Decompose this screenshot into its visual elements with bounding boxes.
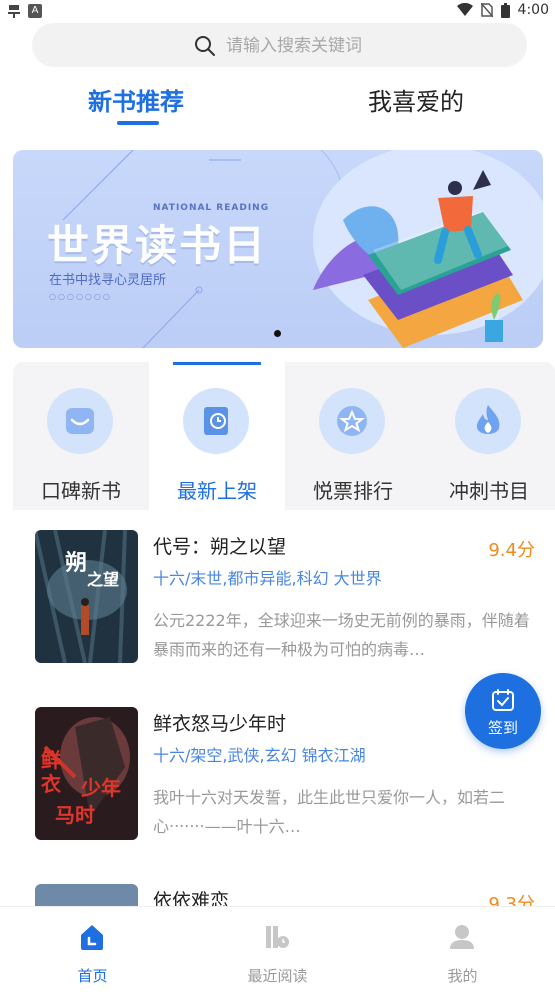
- book-cover: [35, 884, 138, 906]
- flame-icon: [476, 405, 500, 434]
- book-tags: 十六/架空,武侠,玄幻 锦衣江湖: [153, 746, 366, 765]
- battery-icon: [500, 2, 510, 18]
- book-title: 依依难恋: [153, 890, 230, 906]
- nav-label: 首页: [77, 967, 108, 985]
- nav-home[interactable]: 首页: [0, 907, 185, 995]
- book-cover: 朔 之望: [35, 530, 138, 663]
- svg-text:之望: 之望: [87, 570, 119, 589]
- status-time: 4:00: [517, 2, 549, 18]
- wifi-icon: [456, 3, 473, 16]
- category-label: 口碑新书: [41, 479, 121, 503]
- signin-label: 签到: [487, 719, 518, 737]
- nav-mine[interactable]: 我的: [370, 907, 555, 995]
- category-sprint[interactable]: 冲刺书目: [421, 362, 555, 510]
- svg-text:朔: 朔: [65, 551, 87, 576]
- category-label: 冲刺书目: [449, 479, 529, 503]
- category-latest[interactable]: 最新上架: [149, 362, 285, 510]
- category-label: 最新上架: [177, 479, 257, 503]
- tab-new-recommend[interactable]: 新书推荐: [88, 82, 184, 117]
- tab-active-indicator: [117, 121, 159, 125]
- app-notification-icon: [8, 5, 20, 18]
- a-notification-icon: A: [28, 4, 42, 18]
- bookshelf-icon: [266, 926, 289, 948]
- nav-label: 最近阅读: [247, 967, 308, 985]
- book-title: 代号：朔之以望: [153, 536, 287, 558]
- banner-subtitle: 在书中找寻心灵居所: [49, 273, 167, 288]
- smile-chat-icon: [66, 408, 94, 434]
- svg-text:衣: 衣: [41, 772, 61, 796]
- status-bar: A 4:00: [0, 0, 555, 24]
- signin-button[interactable]: 签到: [465, 673, 541, 749]
- book-description: 公元2222年，全球迎来一场史无前例的暴雨，伴随着暴雨而来的还有一种极为可怕的病…: [153, 611, 530, 659]
- book-tags: 十六/末世,都市异能,科幻 大世界: [153, 569, 382, 588]
- book-score: 9.4分: [488, 540, 535, 561]
- cover-image: 鲜 衣 少年 马时: [35, 707, 138, 840]
- book-title: 鲜衣怒马少年时: [153, 713, 287, 735]
- svg-text:鲜: 鲜: [41, 748, 61, 772]
- user-icon: [450, 925, 474, 949]
- book-score: 9.3分: [488, 894, 535, 906]
- category-ticket-rank[interactable]: 悦票排行: [285, 362, 421, 510]
- svg-text:少年: 少年: [80, 776, 121, 800]
- nav-label: 我的: [447, 967, 478, 985]
- banner-title: 世界读书日: [47, 221, 268, 270]
- category-row: 口碑新书 最新上架 悦票排行 冲刺书目: [13, 362, 555, 510]
- calendar-check-icon: [492, 689, 514, 711]
- star-badge-icon: [337, 406, 367, 436]
- svg-text:马时: 马时: [55, 803, 95, 827]
- book-item[interactable]: 朔 之望 代号：朔之以望 9.4分 十六/末世,都市异能,科幻 大世界 公元22…: [13, 510, 555, 680]
- no-sim-icon: [480, 3, 493, 17]
- search-icon: [195, 36, 215, 56]
- search-bar[interactable]: [32, 23, 527, 67]
- category-word-of-mouth[interactable]: 口碑新书: [13, 362, 149, 510]
- bottom-nav: 首页 最近阅读 我的: [0, 906, 555, 995]
- banner-dots: ○○○○○○○: [49, 292, 112, 301]
- book-cover: 鲜 衣 少年 马时: [35, 707, 138, 840]
- category-label: 悦票排行: [313, 479, 393, 503]
- category-active-indicator: [173, 362, 261, 365]
- home-icon: [81, 925, 103, 950]
- banner-pager-dot[interactable]: [274, 330, 281, 337]
- tab-favorites[interactable]: 我喜爱的: [368, 82, 464, 117]
- search-input[interactable]: [224, 32, 508, 60]
- book-description: 我叶十六对天发誓，此生此世只爱你一人，如若二心‧‧‧‧‧‧‧——叶十六…: [153, 788, 506, 836]
- book-clock-icon: [204, 407, 228, 435]
- banner-carousel[interactable]: NATIONAL READING 世界读书日 在书中找寻心灵居所 ○○○○○○○: [13, 150, 543, 348]
- cover-image: 朔 之望: [35, 530, 138, 663]
- nav-recent-reading[interactable]: 最近阅读: [185, 907, 370, 995]
- book-item[interactable]: 依依难恋 9.3分: [13, 864, 555, 906]
